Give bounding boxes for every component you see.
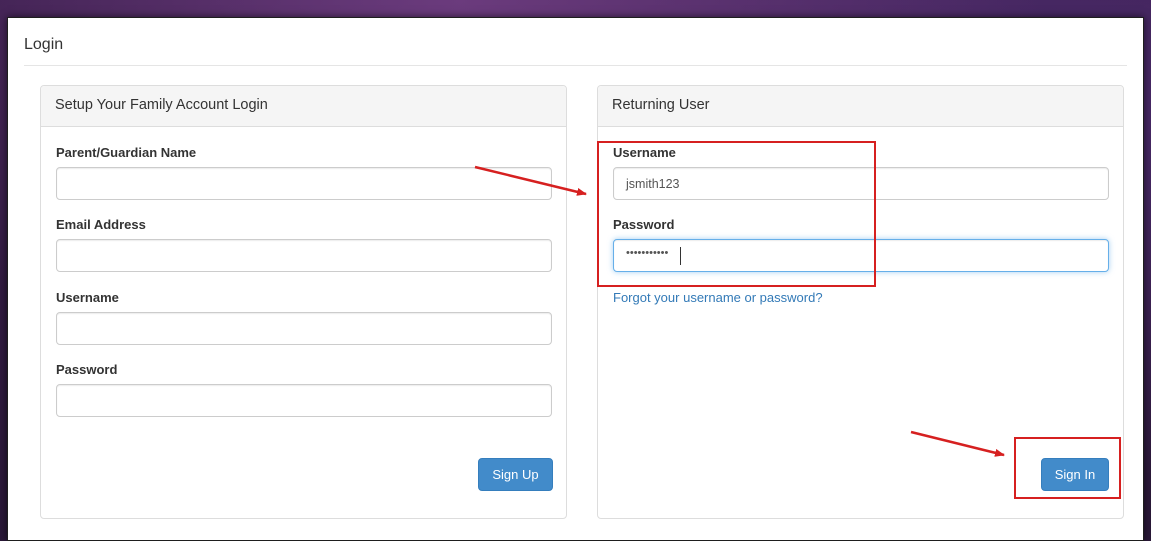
signup-username-input[interactable] — [56, 312, 552, 345]
title-divider — [24, 65, 1127, 66]
signin-username-label: Username — [613, 145, 676, 160]
signin-password-label: Password — [613, 217, 675, 232]
signup-username-label: Username — [56, 290, 119, 305]
guardian-name-label: Parent/Guardian Name — [56, 145, 197, 160]
username-value: jsmith123 — [626, 177, 680, 191]
signup-password-input[interactable] — [56, 384, 552, 417]
sign-up-button[interactable]: Sign Up — [478, 458, 553, 491]
signin-panel: Returning User Username jsmith123 Passwo… — [597, 85, 1124, 519]
forgot-credentials-link[interactable]: Forgot your username or password? — [613, 290, 823, 305]
signin-password-input[interactable]: ••••••••••• — [613, 239, 1109, 272]
email-label: Email Address — [56, 217, 146, 232]
signup-panel-heading: Setup Your Family Account Login — [41, 86, 566, 127]
login-page: Login Setup Your Family Account Login Pa… — [7, 17, 1144, 541]
signin-panel-heading: Returning User — [598, 86, 1123, 127]
signup-password-label: Password — [56, 362, 118, 377]
email-input[interactable] — [56, 239, 552, 272]
guardian-name-input[interactable] — [56, 167, 552, 200]
text-caret — [680, 247, 681, 265]
sign-in-button[interactable]: Sign In — [1041, 458, 1109, 491]
signin-username-input[interactable]: jsmith123 — [613, 167, 1109, 200]
signup-panel: Setup Your Family Account Login Parent/G… — [40, 85, 567, 519]
page-title: Login — [24, 36, 64, 53]
password-masked-value: ••••••••••• — [626, 247, 669, 259]
